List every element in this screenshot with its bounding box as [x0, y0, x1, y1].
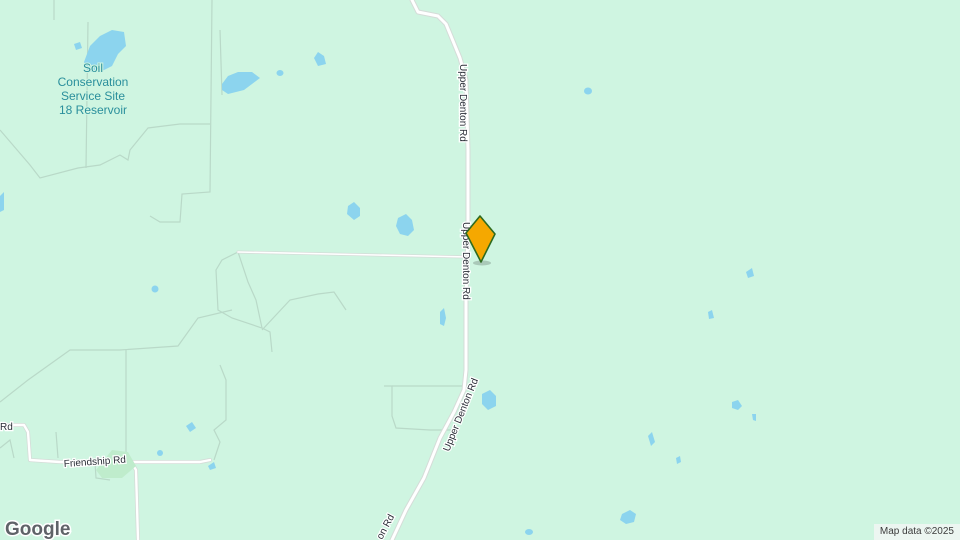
- pond: [151, 285, 159, 293]
- map-data-attribution[interactable]: Map data ©2025: [880, 526, 954, 537]
- reservoir-label-line: 18 Reservoir: [59, 103, 127, 117]
- pond: [525, 529, 533, 535]
- pond: [157, 450, 163, 456]
- road-label-partial: Rd: [0, 422, 13, 433]
- reservoir-label-line: Service Site: [61, 89, 125, 103]
- road-label-upper-denton: Upper Denton Rd: [457, 64, 468, 142]
- map-canvas[interactable]: Upper Denton Rd Upper Denton Rd Upper De…: [0, 0, 960, 540]
- reservoir-label-line: Soil: [83, 61, 103, 75]
- pond: [276, 70, 284, 76]
- google-logo[interactable]: Google: [4, 518, 72, 540]
- pond: [584, 87, 592, 95]
- reservoir-label-line: Conservation: [58, 75, 129, 89]
- attribution-bar: Map data ©2025: [873, 524, 960, 540]
- land-background: [0, 0, 960, 540]
